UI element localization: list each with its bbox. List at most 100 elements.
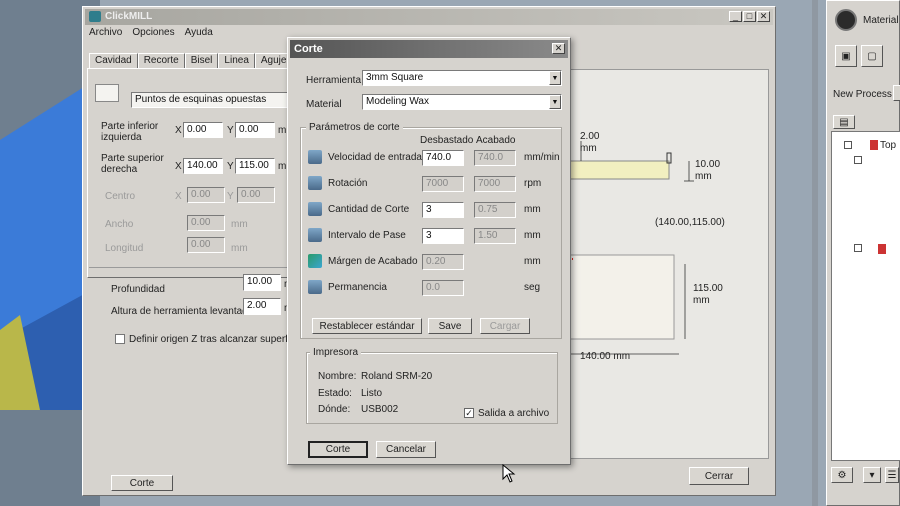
process-tree[interactable]: Top — [831, 131, 900, 461]
center-x-field[interactable]: 0.00 — [187, 187, 225, 203]
mouse-cursor-icon — [502, 464, 516, 483]
param-unit: mm/min — [524, 152, 560, 163]
dim-height-value: 115.00 — [693, 283, 723, 294]
tab-bisel[interactable]: Bisel — [184, 53, 219, 69]
ll-y-label: Y — [227, 125, 234, 136]
maximize-button[interactable]: □ — [743, 11, 756, 22]
bottom-icon-3[interactable]: ☰ — [885, 467, 899, 483]
param-label: Permanencia — [328, 282, 387, 293]
process-label: New Process — [833, 89, 892, 100]
tab-recorte[interactable]: Recorte — [137, 53, 185, 69]
menu-archivo[interactable]: Archivo — [89, 27, 122, 41]
tool-label: Herramienta — [306, 75, 362, 86]
param-label: Rotación — [328, 178, 368, 189]
material-icon[interactable] — [835, 9, 857, 31]
main-title-bar: ClickMILL _ □ ✕ — [85, 9, 773, 25]
separator — [89, 267, 289, 268]
method-select[interactable]: Puntos de esquinas opuestas — [131, 92, 291, 108]
dialog-cut-button[interactable]: Corte — [308, 441, 368, 458]
lower-left-label: Parte inferior izquierda — [101, 121, 159, 143]
center-x-label: X — [175, 191, 182, 202]
rough-field[interactable]: 0.0 — [422, 280, 464, 296]
close-window-button[interactable]: ✕ — [757, 11, 770, 22]
tool-select[interactable]: 3mm Square ▼ — [362, 70, 562, 86]
printer-name-label: Nombre: — [318, 371, 357, 382]
reset-defaults-button[interactable]: Restablecer estándar — [312, 318, 422, 334]
material-label-dialog: Material — [306, 99, 342, 110]
param-unit: mm — [524, 204, 541, 215]
tree-flag-icon — [870, 140, 878, 150]
right-panel-divider — [812, 0, 818, 506]
minimize-button[interactable]: _ — [729, 11, 742, 22]
dialog-close-button[interactable]: ✕ — [552, 43, 565, 54]
finish-field[interactable]: 740.0 — [474, 150, 516, 166]
corte-dialog: Corte ✕ Herramienta 3mm Square ▼ Materia… — [287, 37, 571, 465]
dwell-icon — [308, 280, 322, 294]
params-group-title: Parámetros de corte — [306, 122, 403, 133]
tree-flag-icon-2 — [878, 244, 886, 254]
bottom-icon-1[interactable]: ⚙ — [831, 467, 853, 483]
part-sketch — [569, 141, 694, 355]
width-field[interactable]: 0.00 — [187, 215, 225, 231]
lift-field[interactable]: 2.00 — [243, 298, 281, 315]
ll-x-field[interactable]: 0.00 — [183, 122, 223, 138]
save-layout-icon[interactable]: ▢ — [861, 45, 883, 67]
bottom-icon-2[interactable]: ▾ — [863, 467, 881, 483]
ll-y-field[interactable]: 0.00 — [235, 122, 275, 138]
feed-rate-icon — [308, 150, 322, 164]
shape-swatch[interactable] — [95, 84, 119, 102]
length-field[interactable]: 0.00 — [187, 237, 225, 253]
param-unit: mm — [524, 230, 541, 241]
process-dropdown-button[interactable] — [893, 85, 900, 101]
tree-expand-icon-3[interactable] — [854, 244, 862, 252]
menu-bar: Archivo Opciones Ayuda — [89, 27, 213, 41]
finish-field[interactable]: 1.50 — [474, 228, 516, 244]
dim-height-unit: mm — [693, 295, 710, 306]
define-origin-checkbox[interactable] — [115, 334, 125, 344]
tree-node-top[interactable]: Top — [880, 140, 896, 151]
layout-icon[interactable]: ▣ — [835, 45, 857, 67]
center-label: Centro — [105, 191, 136, 202]
output-file-checkbox[interactable]: ✓ — [464, 408, 474, 418]
rough-field[interactable]: 7000 — [422, 176, 464, 192]
define-origin-label: Definir origen Z tras alcanzar superfici… — [129, 334, 303, 345]
main-close-button[interactable]: Cerrar — [689, 467, 749, 485]
tree-tab[interactable]: ▤ — [833, 115, 855, 129]
tab-linea[interactable]: Linea — [218, 53, 255, 69]
tree-expand-icon-2[interactable] — [854, 156, 862, 164]
right-panel: Material ▣ ▢ New Process ▤ Top ⚙ ▾ ☰ — [826, 0, 900, 506]
rough-field[interactable]: 3 — [422, 228, 464, 244]
save-params-button[interactable]: Save — [428, 318, 472, 334]
dialog-cancel-button[interactable]: Cancelar — [376, 441, 436, 458]
param-label: Intervalo de Pase — [328, 230, 406, 241]
center-y-field[interactable]: 0.00 — [237, 187, 275, 203]
material-label: Material — [863, 15, 899, 26]
tab-strip: Cavidad Recorte Bisel Linea Agujero — [89, 53, 302, 69]
tab-cavidad[interactable]: Cavidad — [89, 53, 138, 69]
ur-y-label: Y — [227, 161, 234, 172]
rough-field[interactable]: 740.0 — [422, 150, 464, 166]
param-unit: mm — [524, 256, 541, 267]
ur-y-field[interactable]: 115.00 — [235, 158, 275, 174]
col-rough-header: Desbastado — [420, 135, 474, 146]
rough-field[interactable]: 3 — [422, 202, 464, 218]
material-select[interactable]: Modeling Wax ▼ — [362, 94, 562, 110]
printer-where-label: Dónde: — [318, 404, 351, 415]
tree-expand-icon[interactable] — [844, 141, 852, 149]
output-file-label: Salida a archivo — [478, 408, 550, 419]
ur-x-field[interactable]: 140.00 — [183, 158, 223, 174]
depth-label: Profundidad — [111, 284, 165, 295]
main-cut-button[interactable]: Corte — [111, 475, 173, 491]
chevron-down-icon: ▼ — [549, 71, 561, 85]
param-unit: seg — [524, 282, 541, 293]
finish-field[interactable]: 0.75 — [474, 202, 516, 218]
menu-ayuda[interactable]: Ayuda — [185, 27, 213, 41]
main-title: ClickMILL — [105, 11, 153, 22]
finish-field[interactable]: 7000 — [474, 176, 516, 192]
load-params-button[interactable]: Cargar — [480, 318, 530, 334]
param-label: Velocidad de entrada — [328, 152, 422, 163]
printer-state-value: Listo — [361, 388, 383, 399]
depth-field[interactable]: 10.00 — [243, 274, 281, 291]
menu-opciones[interactable]: Opciones — [132, 27, 174, 41]
rough-field[interactable]: 0.20 — [422, 254, 464, 270]
